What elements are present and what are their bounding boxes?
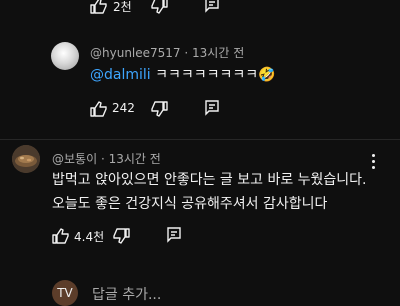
thumbs-up-icon[interactable]	[90, 101, 108, 117]
avatar[interactable]	[51, 42, 79, 70]
like-count: 4.4천	[74, 230, 105, 244]
comment-line: 오늘도 좋은 건강지식 공유해주셔서 감사합니다	[52, 196, 328, 212]
divider	[0, 139, 400, 140]
comment-time: 13시간 전	[108, 152, 161, 166]
dot-separator: ·	[184, 46, 193, 60]
like-count: 2천	[113, 0, 132, 14]
thumbs-down-icon[interactable]	[112, 228, 130, 244]
comment-time: 13시간 전	[192, 46, 245, 60]
mention-link[interactable]: @dalmili	[90, 67, 151, 83]
thumbs-up-icon[interactable]	[52, 228, 70, 244]
reply-icon[interactable]	[204, 100, 220, 116]
avatar-image	[12, 145, 40, 173]
reply-input[interactable]: 답글 추가...	[92, 284, 161, 304]
comment-author[interactable]: @hyunlee7517	[90, 46, 181, 60]
thumbs-up-icon[interactable]	[90, 0, 108, 14]
avatar[interactable]: TV	[52, 280, 78, 306]
dot-separator: ·	[100, 152, 109, 166]
comment-line: 밥먹고 앉아있으면 안좋다는 글 보고 바로 누웠습니다.	[52, 172, 367, 188]
reply-icon[interactable]	[166, 227, 182, 243]
more-options-icon[interactable]	[372, 154, 376, 172]
rofl-emoji: 🤣	[258, 67, 276, 83]
comment-text: 밥먹고 앉아있으면 안좋다는 글 보고 바로 누웠습니다. 오늘도 좋은 건강지…	[52, 168, 367, 216]
like-count: 242	[112, 101, 135, 115]
comment-author[interactable]: @보통이	[52, 152, 97, 166]
thumbs-down-icon[interactable]	[150, 0, 168, 14]
avatar[interactable]	[12, 145, 40, 173]
reply-icon[interactable]	[204, 0, 220, 13]
avatar-initials: TV	[57, 286, 73, 300]
comment-text: ㅋㅋㅋㅋㅋㅋㅋㅋ	[155, 67, 259, 83]
thumbs-down-icon[interactable]	[150, 101, 168, 117]
